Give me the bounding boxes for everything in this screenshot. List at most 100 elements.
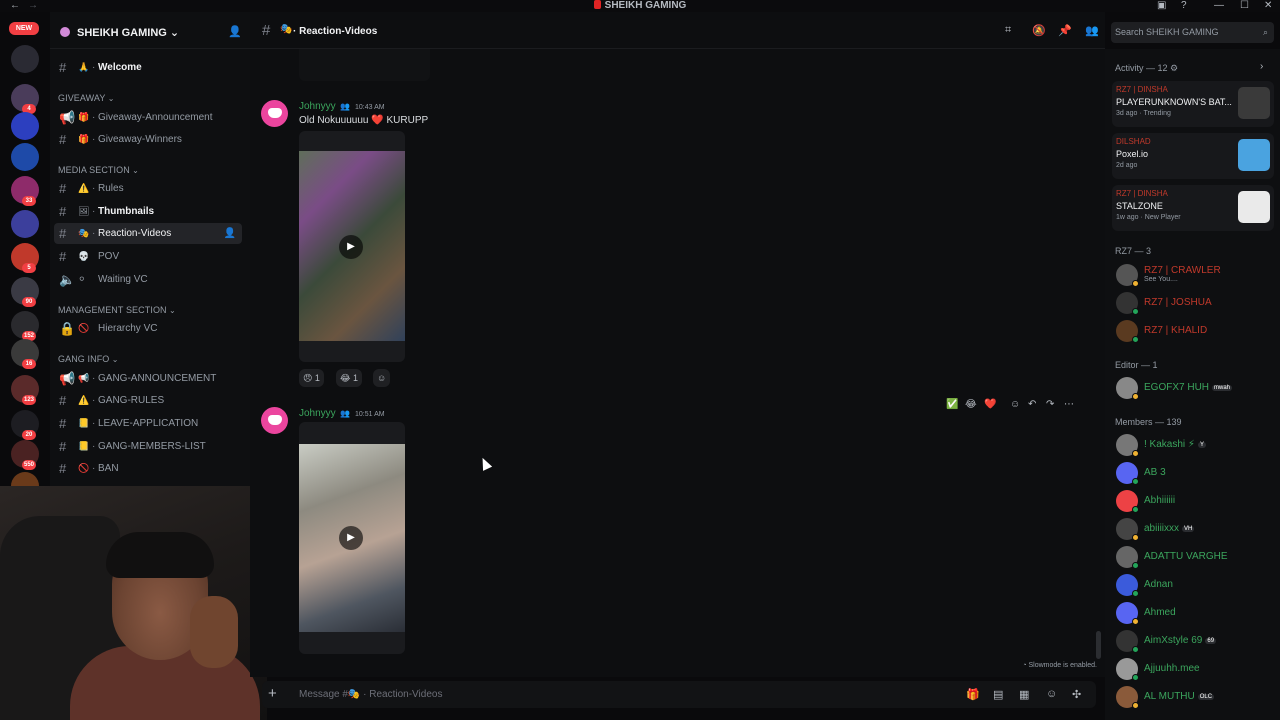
channel-waiting-vc[interactable]: 🔈 ⚪ Waiting VC [54,269,242,290]
invite-people-icon[interactable]: 👤 [228,25,242,38]
channel-thumbnails[interactable]: # 🖼 · Thumbnails [54,201,242,222]
help-icon[interactable]: ? [1181,0,1187,12]
activity-card[interactable]: RZ7 | DINSHA PLAYERUNKNOWN'S BAT... 3d ago… [1112,81,1274,127]
category-giveaway[interactable]: GIVEAWAY [58,93,115,103]
search-input[interactable]: Search SHEIKH GAMING ⌕ [1111,22,1274,43]
avatar [1116,518,1139,541]
chat-scrollbar[interactable] [1096,631,1101,659]
reaction-chip[interactable]: 😠 1 [299,369,324,387]
member-row[interactable]: RZ7 | CRAWLER See You.... [1112,262,1274,288]
message-author[interactable]: Johnyyy [299,101,336,112]
category-management[interactable]: MANAGEMENT SECTION [58,305,176,315]
category-media[interactable]: MEDIA SECTION [58,165,139,175]
chevron-right-icon[interactable]: › [1260,61,1263,72]
video-attachment[interactable]: ▶ [299,422,405,654]
video-attachment[interactable]: ▶ [299,131,405,362]
member-row[interactable]: AL MUTHU OLC [1112,684,1274,710]
member-row[interactable]: ADATTU VARGHE [1112,544,1274,570]
message-input[interactable]: Message #🎭 · Reaction-Videos [299,689,442,700]
apps-icon[interactable]: ✣ [1072,688,1081,701]
activity-header[interactable]: Activity — 12 ⚙ [1115,63,1178,74]
reply-icon[interactable]: ↶ [1028,395,1036,415]
role-icon: 👥 [340,102,350,111]
inbox-icon[interactable]: ▣ [1157,0,1166,12]
channel-welcome[interactable]: # 🙏 · Welcome [54,57,242,78]
person-hair [106,532,214,578]
server-icon[interactable] [11,210,39,238]
minimize-icon[interactable]: — [1214,0,1224,12]
avatar[interactable] [261,100,288,127]
quick-reaction-heart[interactable]: ❤️ [984,395,996,415]
activity-meta: 3d ago · Trending [1116,110,1171,117]
create-invite-icon[interactable]: 👤 [224,223,236,244]
channel-gang-announcement[interactable]: 📢 📢 · GANG-ANNOUNCEMENT [54,368,242,389]
member-row[interactable]: Ajjuuhh.mee [1112,656,1274,682]
member-row[interactable]: RZ7 | KHALID [1112,318,1274,344]
category-gang-info[interactable]: GANG INFO [58,354,119,364]
channel-rules[interactable]: # ⚠️ · Rules [54,178,242,199]
reaction-chip[interactable]: 😂 1 [336,369,363,387]
gif-icon[interactable]: ▤ [993,688,1003,701]
gift-icon[interactable]: 🎁 [966,688,980,701]
member-row[interactable]: Ahmed [1112,600,1274,626]
activity-card[interactable]: DILSHAD Poxel.io 2d ago [1112,133,1274,179]
server-icon[interactable] [11,45,39,73]
more-options-icon[interactable]: ⋯ [1064,395,1074,415]
server-logo-icon [593,0,601,9]
server-icon[interactable] [11,112,39,140]
message-author[interactable]: Johnyyy [299,408,336,419]
search-icon: ⌕ [1262,27,1268,37]
status-dot [1132,308,1139,315]
channel-label: BAN [98,463,119,474]
message-timestamp: 10:51 AM [355,411,385,418]
channel-label: Thumbnails [98,206,155,217]
member-row[interactable]: AB 3 [1112,460,1274,486]
forward-icon[interactable]: ↷ [1046,395,1054,415]
channel-emoji: 📒 [78,418,90,428]
play-icon[interactable]: ▶ [339,526,363,550]
close-icon[interactable]: ✕ [1264,0,1272,12]
member-row[interactable]: Abhiiiiii [1112,488,1274,514]
threads-icon[interactable]: ⌗ [1005,24,1011,37]
sticker-icon[interactable]: ▦ [1019,688,1029,701]
member-row[interactable]: AimXstyle 69 69 [1112,628,1274,654]
channel-pov[interactable]: # 💀 POV [54,246,242,267]
status-dot [1132,506,1139,513]
member-row[interactable]: EGOFX7 HUH mwah [1112,375,1274,401]
status-dot [1132,450,1139,457]
channel-gang-members-list[interactable]: # 📒 · GANG-MEMBERS-LIST [54,436,242,457]
channel-emoji: 📒 [78,441,90,451]
member-row[interactable]: ! Kakashi ⚡ Y [1112,432,1274,458]
channel-gang-rules[interactable]: # ⚠️ · GANG-RULES [54,390,242,411]
avatar[interactable] [261,407,288,434]
member-row[interactable]: RZ7 | JOSHUA [1112,290,1274,316]
channel-emoji: 🖼 [78,206,90,216]
maximize-icon[interactable]: ☐ [1240,0,1249,12]
channel-giveaway-winners[interactable]: # 🎁 · Giveaway-Winners [54,129,242,150]
activity-card[interactable]: RZ7 | DINSHA STALZONE 1w ago · New Player [1112,185,1274,231]
quick-reaction-laugh[interactable]: 😂 [965,395,977,415]
channel-reaction-videos[interactable]: # 🎭 · Reaction-Videos 👤 [54,223,242,244]
hash-icon: # [59,249,67,264]
member-row[interactable]: abiiiixxx VH [1112,516,1274,542]
emoji-icon[interactable]: ☺ [1046,688,1057,700]
channel-hierarchy-vc[interactable]: 🔒 🚫 Hierarchy VC [54,318,242,339]
mute-bell-icon[interactable]: 🔕 [1032,24,1046,37]
add-reaction-button[interactable]: ☺ [373,369,391,387]
member-row[interactable]: Adnan [1112,572,1274,598]
attach-plus-icon[interactable]: + [268,685,277,702]
server-icon[interactable] [11,143,39,171]
play-icon[interactable]: ▶ [339,235,363,259]
channel-leave-application[interactable]: # 📒 · LEAVE-APPLICATION [54,413,242,434]
pin-icon[interactable]: 📌 [1058,24,1072,37]
channel-giveaway-announcement[interactable]: 📢 🎁 · Giveaway-Announcement [54,107,242,128]
quick-reaction-check[interactable]: ✅ [946,395,958,415]
role-header-editor: Editor — 1 [1115,360,1158,370]
member-list-icon[interactable]: 👥 [1085,24,1099,37]
message-composer[interactable]: + Message #🎭 · Reaction-Videos 🎁 ▤ ▦ ☺ ✣ [262,681,1096,708]
member-name: AimXstyle 69 69 [1144,635,1217,646]
add-reaction-icon[interactable]: ☺ [1010,395,1020,415]
guild-header[interactable]: SHEIKH GAMING ⌄ 👤 [50,12,250,49]
hash-icon: # [262,22,271,39]
channel-ban[interactable]: # 🚫 · BAN [54,458,242,479]
